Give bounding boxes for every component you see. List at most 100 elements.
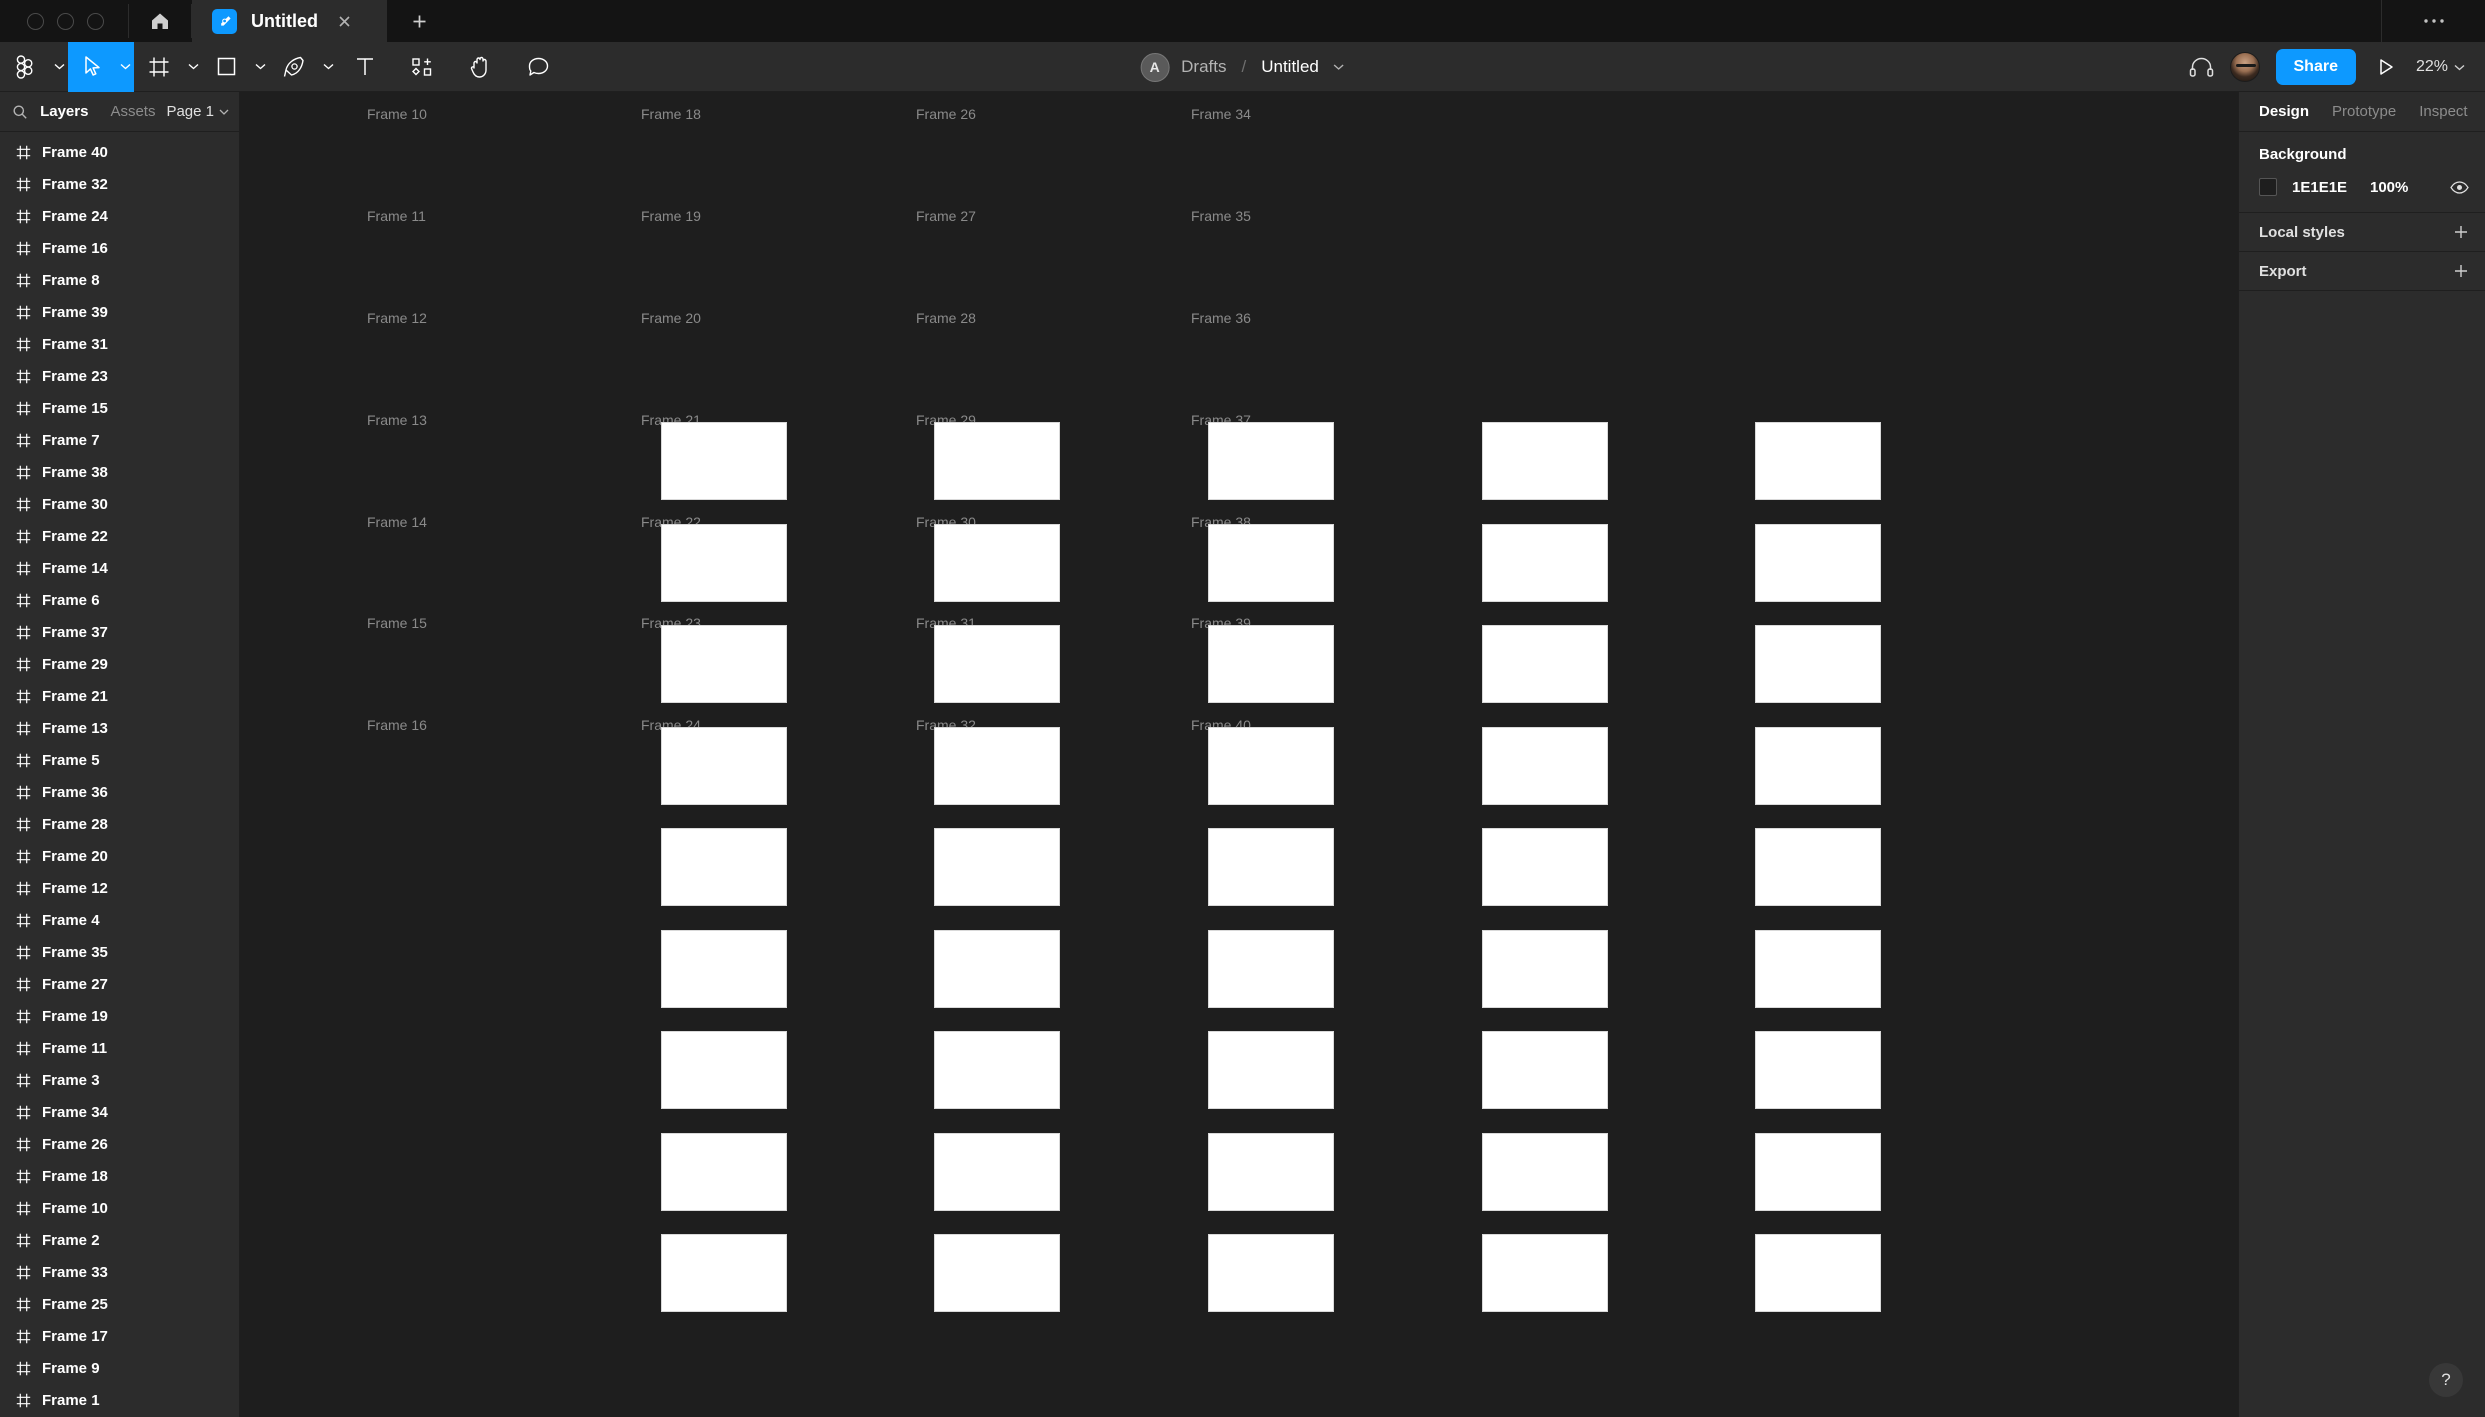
- layer-item[interactable]: Frame 37: [0, 616, 239, 648]
- canvas-frame-label[interactable]: Frame 34: [1191, 106, 1251, 122]
- canvas-frame-rect[interactable]: [661, 422, 787, 500]
- tab-design[interactable]: Design: [2259, 103, 2332, 120]
- layer-item[interactable]: Frame 31: [0, 328, 239, 360]
- canvas-frame-rect[interactable]: [1755, 1031, 1881, 1109]
- close-window-button[interactable]: [27, 12, 44, 30]
- canvas-frame-label[interactable]: Frame 15: [367, 615, 427, 631]
- layer-item[interactable]: Frame 38: [0, 456, 239, 488]
- canvas-frame-label[interactable]: Frame 18: [641, 106, 701, 122]
- canvas-frame-rect[interactable]: [1208, 828, 1334, 906]
- canvas-frame-rect[interactable]: [1208, 930, 1334, 1008]
- zoom-control[interactable]: 22%: [2416, 58, 2471, 76]
- present-button[interactable]: [2372, 58, 2400, 76]
- hand-tool-button[interactable]: [451, 42, 509, 92]
- canvas-frame-rect[interactable]: [661, 625, 787, 703]
- canvas-frame-label[interactable]: Frame 13: [367, 412, 427, 428]
- canvas-frame-label[interactable]: Frame 11: [367, 208, 426, 224]
- layer-item[interactable]: Frame 7: [0, 424, 239, 456]
- window-options-button[interactable]: [2381, 0, 2485, 42]
- layer-item[interactable]: Frame 6: [0, 584, 239, 616]
- layer-item[interactable]: Frame 39: [0, 296, 239, 328]
- canvas-frame-label[interactable]: Frame 10: [367, 106, 427, 122]
- sidebar-tab-assets[interactable]: Assets: [99, 103, 166, 120]
- canvas-frame-label[interactable]: Frame 20: [641, 310, 701, 326]
- maximize-window-button[interactable]: [87, 12, 104, 30]
- canvas-frame-rect[interactable]: [1482, 1133, 1608, 1211]
- canvas-frame-label[interactable]: Frame 12: [367, 310, 427, 326]
- canvas-frame-label[interactable]: Frame 35: [1191, 208, 1251, 224]
- new-tab-button[interactable]: [387, 0, 451, 42]
- breadcrumb-parent[interactable]: Drafts: [1181, 57, 1226, 77]
- canvas-frame-rect[interactable]: [934, 625, 1060, 703]
- layer-item[interactable]: Frame 11: [0, 1032, 239, 1064]
- layer-item[interactable]: Frame 28: [0, 808, 239, 840]
- figma-menu-button[interactable]: [0, 42, 68, 92]
- canvas-frame-label[interactable]: Frame 36: [1191, 310, 1251, 326]
- color-swatch[interactable]: [2259, 178, 2277, 196]
- canvas-frame-rect[interactable]: [661, 1031, 787, 1109]
- help-button[interactable]: ?: [2429, 1363, 2463, 1397]
- canvas-frame-rect[interactable]: [1482, 1234, 1608, 1312]
- add-export-button[interactable]: [2453, 263, 2469, 279]
- canvas-frame-rect[interactable]: [1755, 930, 1881, 1008]
- resources-tool-button[interactable]: [393, 42, 451, 92]
- shape-tool-button[interactable]: [202, 42, 269, 92]
- tab-inspect[interactable]: Inspect: [2419, 103, 2485, 120]
- user-avatar[interactable]: [2229, 52, 2260, 82]
- text-tool-button[interactable]: [337, 42, 393, 92]
- layer-item[interactable]: Frame 35: [0, 936, 239, 968]
- canvas-frame-rect[interactable]: [1208, 422, 1334, 500]
- breadcrumb-current[interactable]: Untitled: [1261, 57, 1319, 77]
- avatar[interactable]: A: [1140, 52, 1170, 82]
- canvas-frame-label[interactable]: Frame 27: [916, 208, 976, 224]
- layer-item[interactable]: Frame 19: [0, 1000, 239, 1032]
- layer-item[interactable]: Frame 12: [0, 872, 239, 904]
- chevron-down-icon[interactable]: [1331, 63, 1345, 71]
- canvas-frame-label[interactable]: Frame 26: [916, 106, 976, 122]
- color-opacity-value[interactable]: 100%: [2370, 179, 2408, 196]
- canvas-frame-rect[interactable]: [1208, 524, 1334, 602]
- canvas-frame-rect[interactable]: [661, 930, 787, 1008]
- color-hex-value[interactable]: 1E1E1E: [2292, 179, 2370, 196]
- layer-item[interactable]: Frame 29: [0, 648, 239, 680]
- canvas-frame-rect[interactable]: [1208, 625, 1334, 703]
- canvas-frame-rect[interactable]: [1482, 422, 1608, 500]
- canvas-frame-rect[interactable]: [661, 1234, 787, 1312]
- layer-item[interactable]: Frame 40: [0, 136, 239, 168]
- layers-list[interactable]: Frame 40 Frame 32 Frame 24 Frame 16 Frame 8 F…: [0, 132, 239, 1417]
- layer-item[interactable]: Frame 32: [0, 168, 239, 200]
- layer-item[interactable]: Frame 22: [0, 520, 239, 552]
- tab-prototype[interactable]: Prototype: [2332, 103, 2419, 120]
- canvas-frame-rect[interactable]: [1208, 727, 1334, 805]
- canvas-frame-rect[interactable]: [934, 930, 1060, 1008]
- layer-item[interactable]: Frame 14: [0, 552, 239, 584]
- canvas-frame-rect[interactable]: [934, 524, 1060, 602]
- canvas-frame-rect[interactable]: [1482, 727, 1608, 805]
- layer-item[interactable]: Frame 10: [0, 1192, 239, 1224]
- layer-item[interactable]: Frame 17: [0, 1320, 239, 1352]
- canvas-frame-rect[interactable]: [1208, 1031, 1334, 1109]
- home-button[interactable]: [129, 0, 191, 42]
- headphones-button[interactable]: [2189, 56, 2214, 78]
- canvas-frame-rect[interactable]: [1482, 524, 1608, 602]
- canvas-frame-rect[interactable]: [1482, 828, 1608, 906]
- canvas-frame-rect[interactable]: [661, 1133, 787, 1211]
- layer-item[interactable]: Frame 30: [0, 488, 239, 520]
- layer-item[interactable]: Frame 2: [0, 1224, 239, 1256]
- minimize-window-button[interactable]: [57, 12, 74, 30]
- layer-item[interactable]: Frame 3: [0, 1064, 239, 1096]
- canvas-frame-rect[interactable]: [934, 828, 1060, 906]
- canvas-frame-rect[interactable]: [1482, 625, 1608, 703]
- layer-item[interactable]: Frame 18: [0, 1160, 239, 1192]
- layer-item[interactable]: Frame 5: [0, 744, 239, 776]
- visibility-toggle-button[interactable]: [2450, 180, 2469, 194]
- layer-item[interactable]: Frame 26: [0, 1128, 239, 1160]
- add-local-style-button[interactable]: [2453, 224, 2469, 240]
- canvas-frame-label[interactable]: Frame 14: [367, 514, 427, 530]
- sidebar-tab-layers[interactable]: Layers: [29, 103, 99, 120]
- layer-item[interactable]: Frame 23: [0, 360, 239, 392]
- design-canvas[interactable]: Frame 10 Frame 18 Frame 26 Frame 34 Frame 11…: [240, 92, 2238, 1417]
- layer-item[interactable]: Frame 25: [0, 1288, 239, 1320]
- layer-item[interactable]: Frame 20: [0, 840, 239, 872]
- share-button[interactable]: Share: [2275, 49, 2356, 85]
